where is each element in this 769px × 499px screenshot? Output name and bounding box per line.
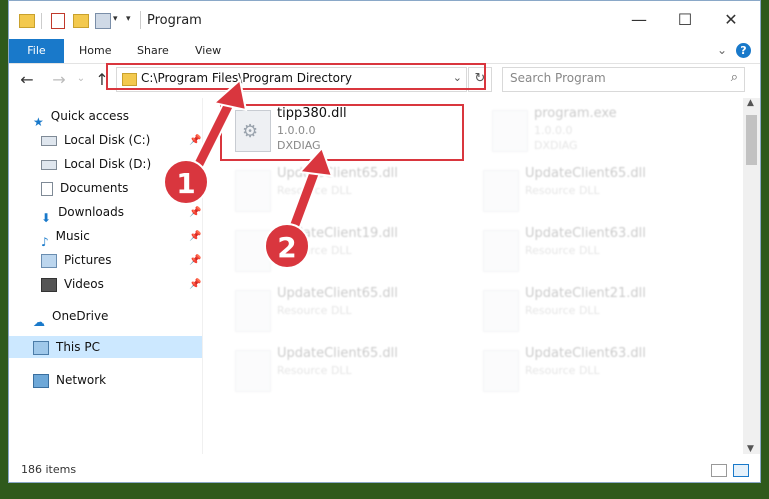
annotation-arrows (188, 78, 334, 245)
step-1-badge: 1 (163, 159, 209, 205)
step-2-badge: 2 (264, 223, 310, 269)
arrow-1 (188, 78, 248, 179)
